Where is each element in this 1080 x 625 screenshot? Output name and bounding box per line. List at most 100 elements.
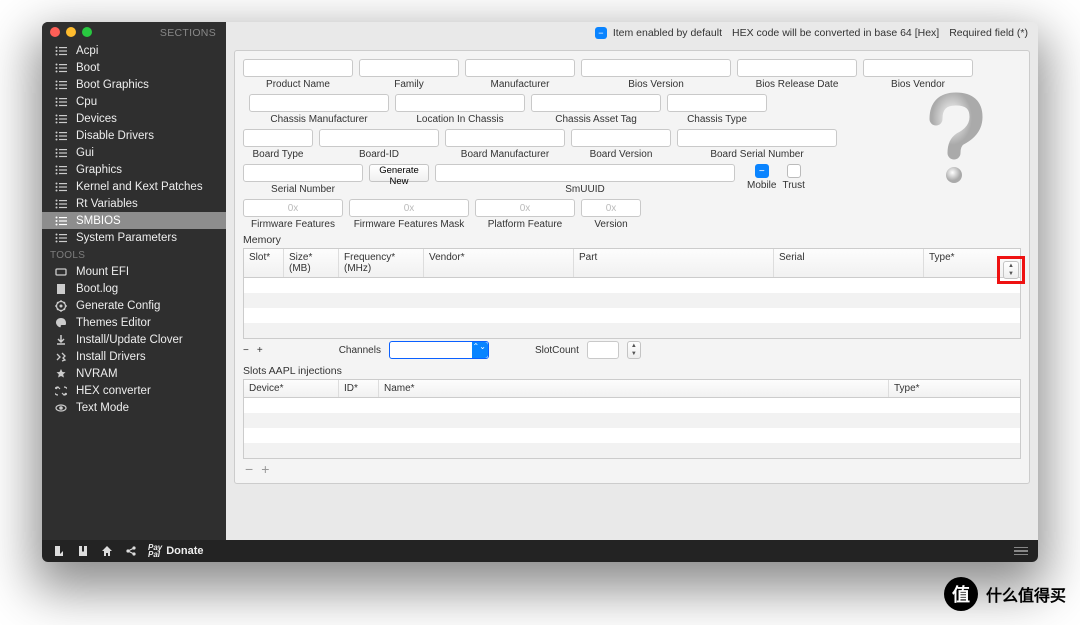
sidebar: SECTIONS AcpiBootBoot GraphicsCpuDevices… xyxy=(42,22,226,540)
smuuid-label: SmUUID xyxy=(565,184,604,195)
sidebar-item-smbios[interactable]: SMBIOS xyxy=(42,212,226,229)
col-device-[interactable]: Device* xyxy=(244,380,339,397)
sidebar-item-kernel-and-kext-patches[interactable]: Kernel and Kext Patches xyxy=(42,178,226,195)
tool-icon xyxy=(54,385,68,397)
sidebar-tool-text-mode[interactable]: Text Mode xyxy=(42,399,226,416)
top-info-bar: − Item enabled by default HEX code will … xyxy=(226,22,1038,44)
family-input[interactable] xyxy=(359,59,459,77)
tool-icon xyxy=(54,317,68,329)
sidebar-item-disable-drivers[interactable]: Disable Drivers xyxy=(42,127,226,144)
version-label: Version xyxy=(594,219,627,230)
import-icon[interactable] xyxy=(52,545,66,557)
sidebar-tool-boot-log[interactable]: Boot.log xyxy=(42,280,226,297)
channels-select[interactable] xyxy=(389,341,489,359)
memory-remove-button[interactable]: − xyxy=(243,345,249,356)
slots-section-label: Slots AAPL injections xyxy=(243,365,1021,377)
board-manufacturer-input[interactable] xyxy=(445,129,565,147)
slots-table[interactable]: Device*ID*Name*Type* xyxy=(243,379,1021,459)
sidebar-item-system-parameters[interactable]: System Parameters xyxy=(42,229,226,246)
slotcount-label: SlotCount xyxy=(535,345,579,356)
bios-vendor-label: Bios Vendor xyxy=(891,79,945,90)
bios-release-date-input[interactable] xyxy=(737,59,857,77)
hex-note: HEX code will be converted in base 64 [H… xyxy=(732,27,939,39)
col-type-[interactable]: Type* xyxy=(924,249,979,277)
board-id-input[interactable] xyxy=(319,129,439,147)
watermark: 值 什么值得买 xyxy=(944,577,1066,611)
sidebar-tool-install-drivers[interactable]: Install Drivers xyxy=(42,348,226,365)
export-icon[interactable] xyxy=(76,545,90,557)
donate-button[interactable]: PayPal Donate xyxy=(148,544,204,558)
board-type-input[interactable] xyxy=(243,129,313,147)
menu-icon[interactable] xyxy=(1014,547,1028,556)
memory-table[interactable]: Slot*Size* (MB)Frequency* (MHz)Vendor*Pa… xyxy=(243,248,1021,339)
col-name-[interactable]: Name* xyxy=(379,380,889,397)
share-icon[interactable] xyxy=(124,545,138,557)
col-vendor-[interactable]: Vendor* xyxy=(424,249,574,277)
col-part[interactable]: Part xyxy=(574,249,774,277)
sidebar-tool-nvram[interactable]: NVRAM xyxy=(42,365,226,382)
sidebar-item-rt-variables[interactable]: Rt Variables xyxy=(42,195,226,212)
sidebar-tool-mount-efi[interactable]: Mount EFI xyxy=(42,263,226,280)
tool-icon xyxy=(54,266,68,278)
window-minimize-icon[interactable] xyxy=(66,27,76,37)
bios-vendor-input[interactable] xyxy=(863,59,973,77)
location-in-chassis-input[interactable] xyxy=(395,94,525,112)
sidebar-item-cpu[interactable]: Cpu xyxy=(42,93,226,110)
sidebar-tool-install-update-clover[interactable]: Install/Update Clover xyxy=(42,331,226,348)
window-close-icon[interactable] xyxy=(50,27,60,37)
serial-number-input[interactable] xyxy=(243,164,363,182)
tool-icon xyxy=(54,300,68,312)
board-serial-number-input[interactable] xyxy=(677,129,837,147)
model-stepper[interactable]: ▲▼ xyxy=(1003,261,1019,279)
col-type-[interactable]: Type* xyxy=(889,380,979,397)
firmware-features-input[interactable] xyxy=(243,199,343,217)
location-in-chassis-label: Location In Chassis xyxy=(416,114,503,125)
slots-add-button[interactable]: + xyxy=(259,461,271,477)
list-icon xyxy=(54,46,68,56)
mobile-checkbox[interactable]: − xyxy=(755,164,769,178)
product-name-input[interactable] xyxy=(243,59,353,77)
product-name-label: Product Name xyxy=(266,79,330,90)
slots-remove-button[interactable]: − xyxy=(243,461,255,477)
manufacturer-input[interactable] xyxy=(465,59,575,77)
smuuid-input[interactable] xyxy=(435,164,735,182)
memory-add-button[interactable]: + xyxy=(257,345,263,356)
col-id-[interactable]: ID* xyxy=(339,380,379,397)
col-size-mb-[interactable]: Size* (MB) xyxy=(284,249,339,277)
tools-header: TOOLS xyxy=(42,246,226,263)
sidebar-tool-hex-converter[interactable]: HEX converter xyxy=(42,382,226,399)
sidebar-item-graphics[interactable]: Graphics xyxy=(42,161,226,178)
list-icon xyxy=(54,80,68,90)
sidebar-item-gui[interactable]: Gui xyxy=(42,144,226,161)
sidebar-tool-generate-config[interactable]: Generate Config xyxy=(42,297,226,314)
sidebar-item-boot-graphics[interactable]: Boot Graphics xyxy=(42,76,226,93)
col-serial[interactable]: Serial xyxy=(774,249,924,277)
col-frequency-mhz-[interactable]: Frequency* (MHz) xyxy=(339,249,424,277)
footer-bar: PayPal Donate xyxy=(42,540,1038,562)
sidebar-header: SECTIONS xyxy=(98,27,226,37)
tool-icon xyxy=(54,334,68,346)
generate-new-button[interactable]: Generate New xyxy=(369,164,429,182)
paypal-icon: PayPal xyxy=(148,544,162,558)
family-label: Family xyxy=(394,79,423,90)
board-version-input[interactable] xyxy=(571,129,671,147)
trust-label: Trust xyxy=(782,180,804,191)
platform-feature-input[interactable] xyxy=(475,199,575,217)
sidebar-item-acpi[interactable]: Acpi xyxy=(42,42,226,59)
chassis-type-input[interactable] xyxy=(667,94,767,112)
bios-version-label: Bios Version xyxy=(628,79,684,90)
version-input[interactable] xyxy=(581,199,641,217)
sidebar-tool-themes-editor[interactable]: Themes Editor xyxy=(42,314,226,331)
sidebar-item-devices[interactable]: Devices xyxy=(42,110,226,127)
sidebar-item-boot[interactable]: Boot xyxy=(42,59,226,76)
trust-checkbox[interactable] xyxy=(787,164,801,178)
bios-version-input[interactable] xyxy=(581,59,731,77)
slotcount-stepper[interactable]: ▲▼ xyxy=(627,341,641,359)
slotcount-input[interactable] xyxy=(587,341,619,359)
chassis-asset-tag-input[interactable] xyxy=(531,94,661,112)
window-zoom-icon[interactable] xyxy=(82,27,92,37)
col-slot-[interactable]: Slot* xyxy=(244,249,284,277)
chassis-manufacturer-input[interactable] xyxy=(249,94,389,112)
home-icon[interactable] xyxy=(100,545,114,557)
firmware-features-mask-input[interactable] xyxy=(349,199,469,217)
